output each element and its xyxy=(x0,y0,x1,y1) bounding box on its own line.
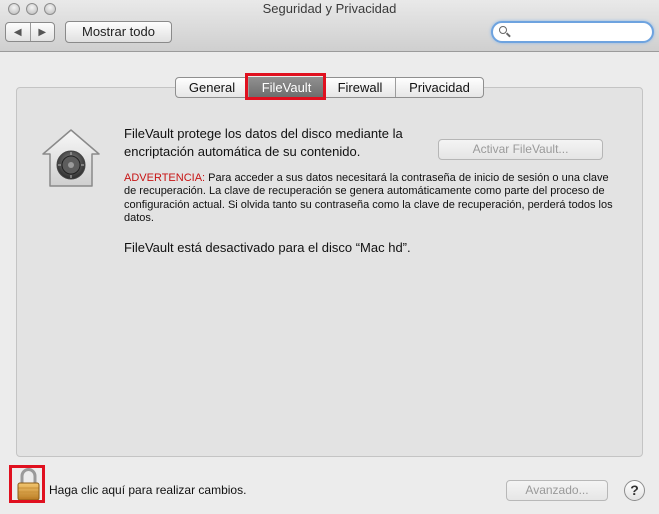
back-button[interactable]: ◀ xyxy=(6,23,30,41)
search-input[interactable] xyxy=(513,24,652,42)
forward-button[interactable]: ▶ xyxy=(29,23,55,41)
search-icon xyxy=(499,26,507,34)
window-titlebar: Seguridad y Privacidad ◀ ▶ Mostrar todo xyxy=(0,0,659,52)
tab-firewall[interactable]: Firewall xyxy=(324,78,395,97)
tab-general[interactable]: General xyxy=(176,78,248,97)
filevault-description: FileVault protege los datos del disco me… xyxy=(124,126,403,159)
filevault-warning: ADVERTENCIA: Para acceder a sus datos ne… xyxy=(124,172,616,225)
warning-label: ADVERTENCIA: xyxy=(124,172,206,184)
forward-arrow-icon: ▶ xyxy=(38,26,47,38)
highlight-box-lock xyxy=(9,465,45,503)
window-title: Seguridad y Privacidad xyxy=(262,1,397,16)
filevault-status: FileVault está desactivado para el disco… xyxy=(124,240,411,255)
help-button[interactable]: ? xyxy=(624,480,645,501)
navigation-control: ◀ ▶ xyxy=(5,22,55,42)
activate-filevault-button[interactable]: Activar FileVault... xyxy=(438,139,603,160)
lock-instruction: Haga clic aquí para realizar cambios. xyxy=(49,483,247,497)
tab-privacidad[interactable]: Privacidad xyxy=(395,78,483,97)
show-all-button[interactable]: Mostrar todo xyxy=(65,21,172,43)
tab-bar: General FileVault Firewall Privacidad xyxy=(175,77,484,98)
advanced-button[interactable]: Avanzado... xyxy=(506,480,608,501)
highlight-box-filevault-tab xyxy=(245,73,326,100)
search-field[interactable] xyxy=(491,21,654,43)
back-arrow-icon: ◀ xyxy=(13,26,22,38)
filevault-house-icon xyxy=(42,129,100,187)
